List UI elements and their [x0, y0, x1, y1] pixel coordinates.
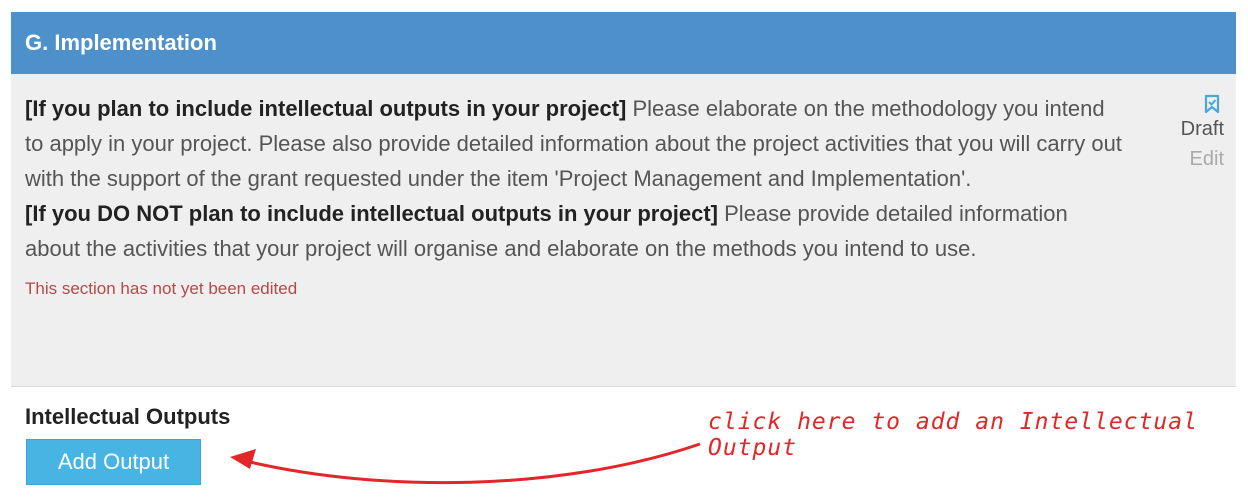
annotation-arrow — [230, 442, 701, 485]
